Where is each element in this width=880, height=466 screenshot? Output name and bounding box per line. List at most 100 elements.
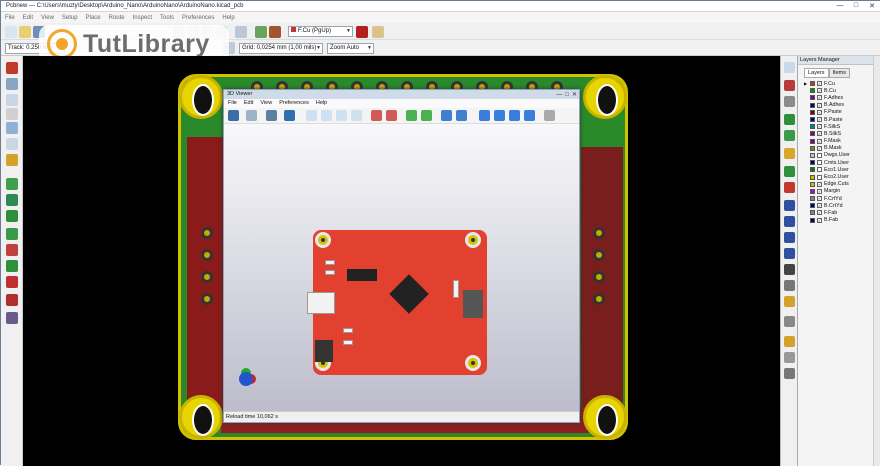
layer-color-swatch[interactable]: [810, 95, 815, 101]
layers-scrollbar[interactable]: [873, 56, 880, 466]
viewer-close-button[interactable]: ✕: [572, 91, 577, 100]
layer-pair-icon[interactable]: [356, 26, 368, 38]
new-board-icon[interactable]: [5, 26, 17, 38]
layer-color-swatch[interactable]: [810, 160, 815, 166]
local-ratsnest-icon[interactable]: [6, 178, 18, 190]
layer-color-swatch[interactable]: [810, 109, 815, 115]
settings-gear-icon[interactable]: [266, 110, 277, 121]
route-track-icon[interactable]: [784, 130, 795, 141]
layer-row-f-paste[interactable]: ✓ F.Paste: [804, 109, 880, 116]
viewer-menu-help[interactable]: Help: [316, 99, 327, 108]
menu-tools[interactable]: Tools: [160, 15, 174, 21]
layer-row-eco2-user[interactable]: Eco2.User: [804, 173, 880, 180]
layer-color-swatch[interactable]: [810, 217, 815, 223]
layer-color-swatch[interactable]: [810, 88, 815, 94]
menu-file[interactable]: File: [5, 15, 15, 21]
raytracing-icon[interactable]: [284, 110, 295, 121]
layers-manager-icon[interactable]: [6, 312, 18, 324]
units-inch-icon[interactable]: [6, 108, 18, 120]
grid-origin-icon[interactable]: [784, 352, 795, 363]
polar-coords-icon[interactable]: [6, 94, 18, 106]
layer-color-swatch[interactable]: [810, 138, 815, 144]
layer-row-f-crtyd[interactable]: ✓ F.CrtYd: [804, 195, 880, 202]
layer-row-dwgs-user[interactable]: Dwgs.User: [804, 152, 880, 159]
zoom-fit-icon[interactable]: [351, 110, 362, 121]
layer-visibility-checkbox[interactable]: ✓: [817, 102, 822, 108]
layer-row-f-cu[interactable]: ▶ ✓ F.Cu: [804, 80, 880, 87]
rotate-y-ccw-icon[interactable]: [421, 110, 432, 121]
zoom-in-icon[interactable]: [306, 110, 317, 121]
find-icon[interactable]: [235, 26, 247, 38]
netlist-icon[interactable]: [255, 26, 267, 38]
zoom-combo[interactable]: Zoom Auto ▼: [327, 43, 374, 54]
add-text-icon[interactable]: [784, 264, 795, 275]
viewer-minimize-button[interactable]: —: [556, 91, 562, 100]
cursor-shape-icon[interactable]: [6, 138, 18, 150]
layer-row-b-adhes[interactable]: ✓ B.Adhes: [804, 102, 880, 109]
layer-visibility-checkbox[interactable]: ✓: [817, 181, 822, 187]
add-line-icon[interactable]: [784, 200, 795, 211]
layer-alignment-target-icon[interactable]: [784, 296, 795, 307]
layer-row-b-paste[interactable]: ✓ B.Paste: [804, 116, 880, 123]
add-keepout-icon[interactable]: [784, 182, 795, 193]
layer-visibility-checkbox[interactable]: ✓: [817, 145, 822, 151]
track-sketch-icon[interactable]: [6, 276, 18, 288]
via-sketch-icon[interactable]: [6, 260, 18, 272]
add-circle-icon[interactable]: [784, 216, 795, 227]
set-drill-origin-icon[interactable]: [784, 336, 795, 347]
layer-visibility-checkbox[interactable]: ✓: [817, 81, 822, 87]
copy-image-icon[interactable]: [246, 110, 257, 121]
measure-icon[interactable]: [784, 368, 795, 379]
zone-outline-icon[interactable]: [6, 228, 18, 240]
move-right-icon[interactable]: [494, 110, 505, 121]
tab-items[interactable]: Items: [828, 68, 850, 78]
layer-visibility-checkbox[interactable]: ✓: [817, 88, 822, 94]
layer-visibility-checkbox[interactable]: ✓: [817, 210, 822, 216]
rotate-y-cw-icon[interactable]: [406, 110, 417, 121]
layer-visibility-checkbox[interactable]: ✓: [817, 196, 822, 202]
move-up-icon[interactable]: [509, 110, 520, 121]
layer-color-swatch[interactable]: [810, 145, 815, 151]
layer-visibility-checkbox[interactable]: ✓: [817, 217, 822, 223]
add-footprint-icon[interactable]: [784, 114, 795, 125]
layer-row-b-cu[interactable]: ✓ B.Cu: [804, 87, 880, 94]
layer-visibility-checkbox[interactable]: ✓: [817, 131, 822, 137]
local-ratsnest-icon[interactable]: [784, 96, 795, 107]
layer-color-swatch[interactable]: [810, 81, 815, 87]
menu-setup[interactable]: Setup: [62, 15, 78, 21]
layer-visibility-checkbox[interactable]: ✓: [817, 138, 822, 144]
layer-row-b-mask[interactable]: ✓ B.Mask: [804, 145, 880, 152]
layer-color-swatch[interactable]: [810, 181, 815, 187]
python-console-icon[interactable]: [372, 26, 384, 38]
layer-color-swatch[interactable]: [810, 102, 815, 108]
layer-color-swatch[interactable]: [810, 203, 815, 209]
rotate-x-cw-icon[interactable]: [371, 110, 382, 121]
layer-visibility-checkbox[interactable]: [817, 167, 822, 173]
layer-color-swatch[interactable]: [810, 124, 815, 130]
layer-row-b-fab[interactable]: ✓ B.Fab: [804, 217, 880, 224]
redraw-icon[interactable]: [336, 110, 347, 121]
menu-preferences[interactable]: Preferences: [182, 15, 214, 21]
3d-scene-view[interactable]: [224, 124, 579, 413]
layer-row-f-silks[interactable]: ✓ F.SilkS: [804, 123, 880, 130]
drc-toggle-icon[interactable]: [6, 62, 18, 74]
tab-layers[interactable]: Layers: [804, 68, 829, 78]
rotate-x-ccw-icon[interactable]: [386, 110, 397, 121]
pad-sketch-icon[interactable]: [6, 244, 18, 256]
zone-fill-icon[interactable]: [6, 210, 18, 222]
menu-route[interactable]: Route: [109, 15, 125, 21]
layer-row-margin[interactable]: ✓ Margin: [804, 188, 880, 195]
grid-combo[interactable]: Grid: 0,0254 mm (1,00 mils) ▼: [239, 43, 323, 54]
layer-visibility-checkbox[interactable]: ✓: [817, 188, 822, 194]
add-arc-icon[interactable]: [784, 232, 795, 243]
layer-color-swatch[interactable]: [810, 167, 815, 173]
drc-bug-icon[interactable]: [269, 26, 281, 38]
zoom-out-icon[interactable]: [321, 110, 332, 121]
pcb-canvas[interactable]: 3D Viewer — □ ✕ File Edit View Preferenc…: [23, 56, 780, 466]
layer-color-swatch[interactable]: [810, 174, 815, 180]
menu-place[interactable]: Place: [86, 15, 101, 21]
layer-visibility-checkbox[interactable]: [817, 160, 822, 166]
add-polygon-icon[interactable]: [784, 248, 795, 259]
layer-row-f-adhes[interactable]: ✓ F.Adhes: [804, 94, 880, 101]
close-button[interactable]: ✕: [867, 2, 877, 10]
